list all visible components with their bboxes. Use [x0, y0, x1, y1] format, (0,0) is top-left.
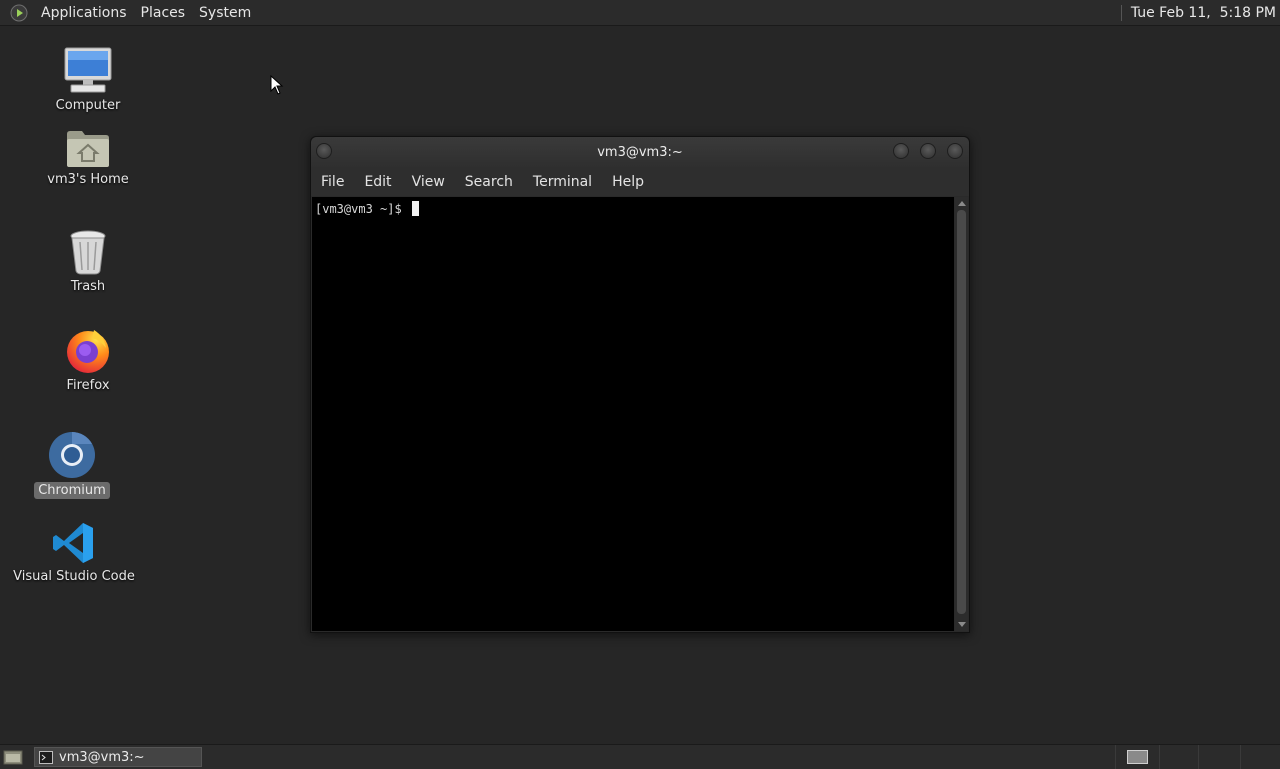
mouse-pointer-icon	[270, 75, 284, 95]
applications-logo-icon[interactable]	[10, 4, 28, 22]
menu-file[interactable]: File	[311, 174, 354, 190]
close-button[interactable]	[947, 143, 963, 159]
window-menu-button[interactable]	[316, 143, 332, 159]
desktop-icon-label: Visual Studio Code	[13, 569, 135, 584]
desktop-icon-home[interactable]: vm3's Home	[28, 128, 148, 188]
minimize-button[interactable]	[893, 143, 909, 159]
prompt-line: [vm3@vm3 ~]$	[315, 201, 419, 216]
clock[interactable]: Tue Feb 11, 5:18 PM	[1120, 0, 1276, 25]
workspace-1[interactable]	[1115, 745, 1160, 769]
computer-icon	[64, 47, 112, 93]
system-menu[interactable]: System	[192, 5, 258, 21]
terminal-output[interactable]: [vm3@vm3 ~]$	[312, 197, 954, 631]
desktop-icon-computer[interactable]: Computer	[28, 46, 148, 114]
menu-edit[interactable]: Edit	[354, 174, 401, 190]
desktop-icon-label: Firefox	[66, 378, 110, 393]
firefox-icon	[67, 330, 109, 373]
applications-menu[interactable]: Applications	[34, 5, 134, 21]
chromium-icon	[49, 432, 95, 478]
top-panel: Applications Places System Tue Feb 11, 5…	[0, 0, 1280, 26]
shell-prompt: [vm3@vm3 ~]$	[315, 202, 409, 216]
workspace-4[interactable]	[1240, 745, 1280, 769]
taskbar-item-terminal[interactable]: vm3@vm3:~	[34, 747, 202, 767]
desktop-icon-label: Computer	[55, 98, 121, 113]
terminal-scrollbar[interactable]	[955, 197, 968, 631]
desktop-icon-label: Trash	[70, 279, 106, 294]
clock-separator	[1120, 4, 1122, 21]
desktop-icon-chromium[interactable]: Chromium	[12, 431, 132, 499]
maximize-button[interactable]	[920, 143, 936, 159]
bottom-panel: vm3@vm3:~	[0, 744, 1280, 769]
desktop-icon-label: Chromium	[34, 482, 110, 499]
places-menu[interactable]: Places	[134, 5, 193, 21]
text-cursor	[411, 201, 419, 216]
clock-text[interactable]: Tue Feb 11, 5:18 PM	[1131, 5, 1276, 21]
window-title: vm3@vm3:~	[597, 144, 683, 160]
desktop-icon-trash[interactable]: Trash	[28, 229, 148, 295]
scroll-up-icon[interactable]	[958, 201, 966, 206]
window-titlebar[interactable]: vm3@vm3:~	[311, 137, 969, 167]
desktop-icon-vscode[interactable]: Visual Studio Code	[13, 521, 135, 585]
vscode-icon	[53, 523, 93, 563]
desktop-icon-label: vm3's Home	[47, 172, 129, 187]
menu-search[interactable]: Search	[455, 174, 523, 190]
home-folder-icon	[67, 131, 109, 167]
terminal-menubar: File Edit View Search Terminal Help	[311, 167, 969, 196]
menu-terminal[interactable]: Terminal	[523, 174, 602, 190]
menu-view[interactable]: View	[402, 174, 455, 190]
terminal-window[interactable]: vm3@vm3:~ File Edit View Search Terminal…	[310, 136, 970, 633]
scroll-thumb[interactable]	[957, 210, 966, 614]
show-desktop-icon[interactable]	[3, 749, 23, 765]
trash-icon	[70, 230, 106, 275]
scroll-down-icon[interactable]	[958, 622, 966, 627]
menu-help[interactable]: Help	[602, 174, 654, 190]
workspace-3[interactable]	[1198, 745, 1243, 769]
workspace-window-preview	[1127, 750, 1148, 764]
terminal-icon	[39, 750, 53, 764]
taskbar-item-label: vm3@vm3:~	[59, 749, 145, 765]
desktop-icon-firefox[interactable]: Firefox	[28, 326, 148, 394]
